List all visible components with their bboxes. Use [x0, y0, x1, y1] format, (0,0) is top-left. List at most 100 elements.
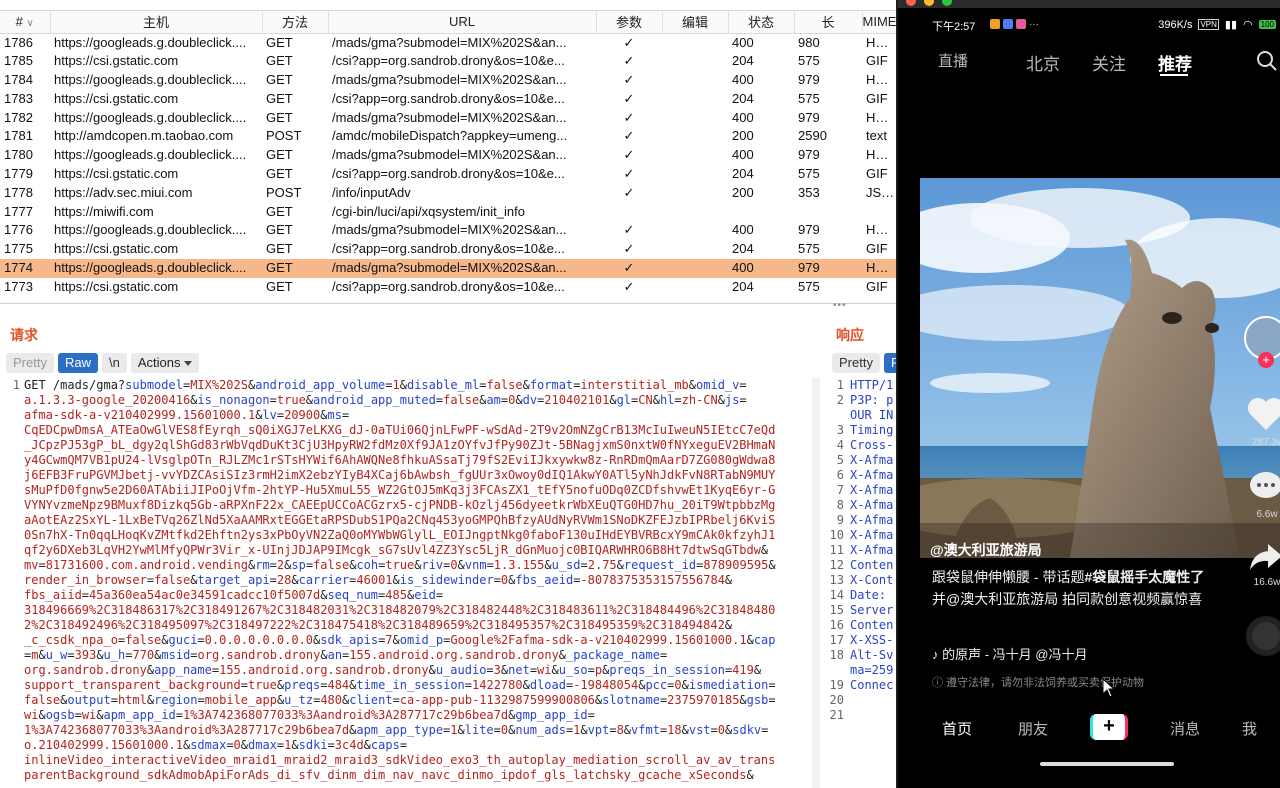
pane-splitter[interactable] [0, 303, 900, 309]
search-icon[interactable] [1256, 50, 1278, 72]
signal-icon: ▮▮ [1224, 19, 1238, 31]
tab-me[interactable]: 我 [1242, 718, 1257, 739]
response-line: 10 X-Afma [824, 528, 900, 543]
line-number [0, 738, 20, 753]
line-number [0, 528, 20, 543]
http-history-table: # ∨ 主机 方法 URL 参数 编辑 状态 长 MIME 1786 https:… [0, 10, 900, 296]
line-number [0, 633, 20, 648]
response-line: 14 Date: [824, 588, 900, 603]
tab-messages[interactable]: 消息 [1170, 718, 1200, 739]
video-author[interactable]: @澳大利亚旅游局 [930, 540, 1042, 560]
response-line: 18 Alt-Sv [824, 648, 900, 663]
cell-params: ✓ [623, 241, 635, 257]
zoom-window-icon[interactable] [942, 0, 952, 6]
tab-response-pretty[interactable]: Pretty [832, 353, 880, 373]
response-line: 21 [824, 708, 900, 723]
table-row[interactable]: 1776 https://googleads.g.doubleclick.... G… [0, 221, 900, 240]
request-line: GET /mads/gma?submodel=MIX%202S&android_… [24, 378, 747, 392]
table-row[interactable]: 1786 https://googleads.g.doubleclick.... G… [0, 33, 900, 52]
request-line: VYNYvzmeNpz9BMuxf8Dizkq5Gb-aRPXnF22x_CAE… [24, 498, 776, 512]
response-line-number: 8 [836, 498, 844, 512]
cell-edited [662, 71, 728, 90]
col-header-url[interactable]: URL [328, 11, 597, 34]
line-number [0, 468, 20, 483]
request-line: fbs_aiid=45a360ea54ac0e34591cadcc10f5007… [24, 588, 444, 602]
music-disc-icon[interactable] [1246, 616, 1280, 656]
table-row[interactable]: 1773 https://csi.gstatic.com GET/csi?app=o… [0, 278, 900, 297]
tab-raw[interactable]: Raw [57, 353, 98, 373]
col-header-params[interactable]: 参数 [596, 11, 663, 34]
video-player[interactable] [920, 178, 1280, 558]
request-scrollbar[interactable] [812, 378, 820, 788]
caption-text: 跟袋鼠伸伸懒腰 - 带话题 [932, 569, 1085, 585]
col-header-method[interactable]: 方法 [262, 11, 329, 34]
request-line: =m&u_w=393&u_h=770&msid=org.sandrob.dron… [24, 648, 668, 662]
tab-live[interactable]: 直播 [938, 50, 968, 71]
cell-id: 1776 [4, 222, 33, 238]
cell-host: https://googleads.g.doubleclick.... [54, 147, 247, 163]
tab-city[interactable]: 北京 [1026, 50, 1060, 75]
table-row[interactable]: 1784 https://googleads.g.doubleclick.... G… [0, 71, 900, 90]
response-line-text: Timing [850, 423, 894, 437]
col-header-mime[interactable]: MIME [862, 11, 900, 34]
response-line-text: Connec [850, 678, 894, 692]
response-raw-text[interactable]: 1 HTTP/1 2 P3P: p OUR IN 3 Timing 4 Cross- 5 X-Afm… [824, 378, 900, 723]
tab-friends[interactable]: 朋友 [1018, 718, 1048, 739]
create-post-button[interactable]: + [1090, 714, 1128, 740]
response-line-text: HTTP/1 [850, 378, 894, 392]
cell-host: https://miwifi.com [54, 203, 154, 219]
table-row[interactable]: 1779 https://csi.gstatic.com GET/csi?app=o… [0, 165, 900, 184]
more-notifications-icon: ··· [1029, 19, 1039, 30]
request-raw-editor[interactable]: 1 GET /mads/gma?submodel=MIX%202S&androi… [0, 378, 812, 788]
follow-plus-icon[interactable]: + [1258, 352, 1274, 368]
table-row[interactable]: 1778 https://adv.sec.miui.com POST/info/in… [0, 184, 900, 203]
tab-pretty[interactable]: Pretty [6, 353, 54, 373]
comment-count: 6.6w [1256, 509, 1278, 520]
tab-home[interactable]: 首页 [942, 718, 972, 739]
cell-method: GET [266, 147, 293, 163]
col-header-length[interactable]: 长 [794, 11, 863, 34]
close-window-icon[interactable] [906, 0, 916, 6]
cell-mime: GIF [866, 278, 888, 294]
actions-dropdown[interactable]: Actions [130, 353, 200, 373]
table-row[interactable]: 1777 https://miwifi.com GET/cgi-bin/luci/a… [0, 203, 900, 222]
table-row[interactable]: 1785 https://csi.gstatic.com GET/csi?app=o… [0, 52, 900, 71]
caption-hashtag[interactable]: #袋鼠摇手太魔性了 [1084, 569, 1204, 585]
music-credit[interactable]: ♪ 的原声 - 冯十月 @冯十月 [932, 644, 1087, 663]
table-row[interactable]: 1780 https://googleads.g.doubleclick.... G… [0, 146, 900, 165]
col-header-host[interactable]: 主机 [50, 11, 263, 34]
response-line-text: P3P: p [850, 393, 894, 407]
response-line-text: Server [850, 603, 894, 617]
request-line: _c_csdk_npa_o=false&guci=0.0.0.0.0.0.0.0… [24, 633, 776, 647]
actions-label: Actions [137, 355, 181, 370]
response-line: 13 X-Cont [824, 573, 900, 588]
col-header-edited[interactable]: 编辑 [662, 11, 729, 34]
col-header-id[interactable]: # ∨ [0, 11, 51, 34]
cell-mime: HTML [866, 222, 900, 238]
line-number [0, 453, 20, 468]
tab-newline-toggle[interactable]: \n [101, 353, 127, 373]
request-line: _JCpzPJ53gP_bL_dgy2qlShGd83rWbVqdDuKt3Cj… [24, 438, 776, 452]
minimize-window-icon[interactable] [924, 0, 934, 6]
cell-params: ✓ [623, 34, 635, 50]
splitter-grip-icon[interactable]: ••• [833, 300, 847, 311]
response-line: 12 Conten [824, 558, 900, 573]
request-text[interactable]: GET /mads/gma?submodel=MIX%202S&android_… [24, 378, 810, 783]
table-row[interactable]: 1775 https://csi.gstatic.com GET/csi?app=o… [0, 240, 900, 259]
like-heart-icon[interactable] [1246, 396, 1280, 432]
table-row-selected[interactable]: 1774 https://googleads.g.doubleclick.... G… [0, 259, 900, 278]
table-row[interactable]: 1782 https://googleads.g.doubleclick.... G… [0, 109, 900, 128]
vpn-badge: VPN [1198, 19, 1219, 30]
col-header-status[interactable]: 状态 [728, 11, 795, 34]
comment-icon[interactable] [1248, 470, 1280, 504]
tab-follow[interactable]: 关注 [1092, 50, 1126, 75]
cell-id: 1779 [4, 166, 33, 182]
cell-url: /csi?app=org.sandrob.drony&os=10&e... [332, 278, 565, 294]
response-line-number: 12 [829, 558, 844, 572]
share-arrow-icon[interactable] [1248, 542, 1280, 572]
table-row[interactable]: 1781 http://amdcopen.m.taobao.com POST/amd… [0, 127, 900, 146]
table-row[interactable]: 1783 https://csi.gstatic.com GET/csi?app=o… [0, 90, 900, 109]
cell-mime: HTML [866, 34, 900, 50]
tab-recommend[interactable]: 推荐 [1158, 50, 1192, 75]
line-number [0, 663, 20, 678]
